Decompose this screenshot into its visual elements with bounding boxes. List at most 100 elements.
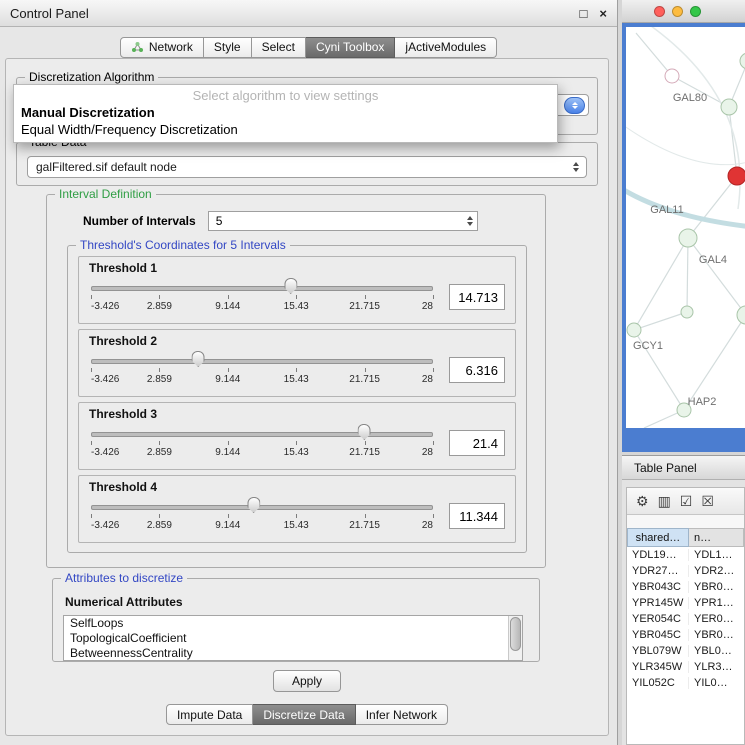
slider-track[interactable] — [91, 359, 433, 364]
network-selected-red-node[interactable] — [728, 167, 745, 185]
tab-discretize-data[interactable]: Discretize Data — [253, 704, 355, 725]
threshold-value-field[interactable]: 21.4 — [449, 430, 505, 456]
zoom-traffic-light-icon[interactable] — [690, 6, 701, 17]
network-edge[interactable] — [687, 238, 688, 312]
network-edge[interactable] — [688, 238, 745, 315]
table-data-combobox-value: galFiltered.sif default node — [36, 160, 177, 174]
control-panel-titlebar[interactable]: Control Panel □ × — [0, 0, 617, 27]
table-panel: Table Panel ⚙▥☑☒ shared… n… YDL19…YDL1…Y… — [622, 455, 745, 745]
slider-track[interactable] — [91, 432, 433, 437]
table-row[interactable]: YBL079WYBL0… — [627, 643, 744, 659]
tab-style[interactable]: Style — [204, 37, 252, 58]
slider-tick — [433, 368, 434, 372]
slider-scale: -3.4262.8599.14415.4321.71528 — [91, 294, 433, 314]
arrow-up-icon — [573, 162, 579, 166]
slider-tick — [433, 514, 434, 518]
network-view-frame: GAL80GAL11GAL4GCY1HAP2 — [622, 23, 745, 452]
tab-jactivemodules[interactable]: jActiveModules — [395, 37, 497, 58]
slider-tick — [296, 295, 297, 299]
network-canvas[interactable]: GAL80GAL11GAL4GCY1HAP2 — [626, 27, 745, 428]
table-cell: YLR345W — [627, 661, 689, 673]
network-edge[interactable] — [688, 176, 737, 238]
column-header-shared-name[interactable]: shared… — [627, 528, 689, 547]
network-edge[interactable] — [634, 312, 687, 330]
network-right-node[interactable] — [737, 306, 745, 324]
network-edge[interactable] — [626, 189, 745, 227]
tab-impute-data[interactable]: Impute Data — [166, 704, 253, 725]
network-edge[interactable] — [636, 33, 672, 76]
table-row[interactable]: YPR145WYPR1… — [627, 595, 744, 611]
threshold-value-field[interactable]: 11.344 — [449, 503, 505, 529]
network-gcy1-node[interactable] — [627, 323, 641, 337]
slider-tick — [433, 295, 434, 299]
table-panel-header[interactable]: Table Panel — [622, 455, 745, 480]
combobox-stepper-icon[interactable] — [564, 97, 585, 114]
network-top-right-node[interactable] — [740, 53, 745, 69]
table-row[interactable]: YIL052CYIL0… — [627, 675, 744, 691]
threshold-label: Threshold 2 — [89, 334, 505, 348]
network-node-label-gal11: GAL11 — [650, 204, 683, 216]
threshold-value-field[interactable]: 6.316 — [449, 357, 505, 383]
tab-cyni-toolbox[interactable]: Cyni Toolbox — [306, 37, 395, 58]
spinner-arrows-icon[interactable] — [463, 216, 477, 226]
select-all-icon[interactable]: ☑ — [680, 494, 693, 508]
table-row[interactable]: YBR043CYBR0… — [627, 579, 744, 595]
numerical-attributes-list[interactable]: SelfLoopsTopologicalCoefficientBetweenne… — [63, 615, 523, 661]
number-of-intervals-spinner[interactable]: 5 — [208, 211, 478, 231]
network-edge[interactable] — [634, 238, 688, 330]
dropdown-option-equal-width-frequency-discretization[interactable]: Equal Width/Frequency Discretization — [14, 121, 557, 138]
clear-selection-icon[interactable]: ☒ — [701, 494, 714, 508]
table-row[interactable]: YBR045CYBR0… — [627, 627, 744, 643]
arrow-down-icon — [572, 106, 578, 109]
slider-tick — [91, 295, 92, 299]
minimize-traffic-light-icon[interactable] — [672, 6, 683, 17]
slider-tick — [228, 441, 229, 445]
threshold-value-field[interactable]: 14.713 — [449, 284, 505, 310]
network-edge[interactable] — [644, 27, 740, 209]
table-row[interactable]: YER054CYER0… — [627, 611, 744, 627]
slider-track[interactable] — [91, 286, 433, 291]
table-data-group: Table Data galFiltered.sif default node — [16, 142, 598, 186]
table-row[interactable]: YDL19…YDL1… — [627, 547, 744, 563]
tab-select[interactable]: Select — [252, 37, 306, 58]
table-panel-body: ⚙▥☑☒ shared… n… YDL19…YDL1…YDR27…YDR2…YB… — [626, 487, 745, 745]
settings-gear-icon[interactable]: ⚙ — [636, 494, 649, 508]
slider-thumb[interactable] — [247, 497, 260, 513]
network-window-titlebar[interactable] — [622, 0, 745, 23]
scrollbar-thumb[interactable] — [510, 617, 521, 651]
slider-thumb[interactable] — [358, 424, 371, 440]
slider-tick — [159, 368, 160, 372]
table-data-combobox[interactable]: galFiltered.sif default node — [27, 156, 587, 178]
apply-button[interactable]: Apply — [273, 670, 341, 692]
tab-infer-network[interactable]: Infer Network — [356, 704, 448, 725]
tab-network[interactable]: Network — [120, 37, 204, 58]
list-scrollbar[interactable] — [508, 616, 522, 660]
network-graph[interactable]: GAL80GAL11GAL4GCY1HAP2 — [626, 27, 745, 428]
slider-tick — [91, 368, 92, 372]
column-visibility-icon[interactable]: ▥ — [658, 494, 671, 508]
slider-thumb[interactable] — [284, 278, 297, 294]
apply-row: Apply — [16, 670, 598, 692]
network-gal80-node[interactable] — [721, 99, 737, 115]
table-row[interactable]: YLR345WYLR3… — [627, 659, 744, 675]
close-traffic-light-icon[interactable] — [654, 6, 665, 17]
column-header-name[interactable]: n… — [689, 528, 744, 547]
network-mid-node[interactable] — [681, 306, 693, 318]
slider-track[interactable] — [91, 505, 433, 510]
list-item-topologicalcoefficient[interactable]: TopologicalCoefficient — [64, 631, 522, 646]
table-cell: YBR0… — [689, 581, 744, 593]
tab-label: Discretize Data — [263, 708, 344, 722]
network-edge[interactable] — [626, 123, 745, 165]
list-item-betweennesscentrality[interactable]: BetweennessCentrality — [64, 646, 522, 661]
dropdown-option-manual-discretization[interactable]: Manual Discretization — [14, 104, 557, 121]
tab-label: Impute Data — [177, 708, 242, 722]
slider-thumb[interactable] — [192, 351, 205, 367]
float-window-icon[interactable]: □ — [580, 7, 588, 20]
network-outlined-node[interactable] — [665, 69, 679, 83]
table-row[interactable]: YDR27…YDR2… — [627, 563, 744, 579]
list-item-selfloops[interactable]: SelfLoops — [64, 616, 522, 631]
bottom-tab-bar: Impute Data Discretize Data Infer Network — [16, 704, 598, 725]
close-window-icon[interactable]: × — [599, 7, 607, 20]
network-gal4-node[interactable] — [679, 229, 697, 247]
slider-scale-label: -3.426 — [91, 374, 119, 385]
